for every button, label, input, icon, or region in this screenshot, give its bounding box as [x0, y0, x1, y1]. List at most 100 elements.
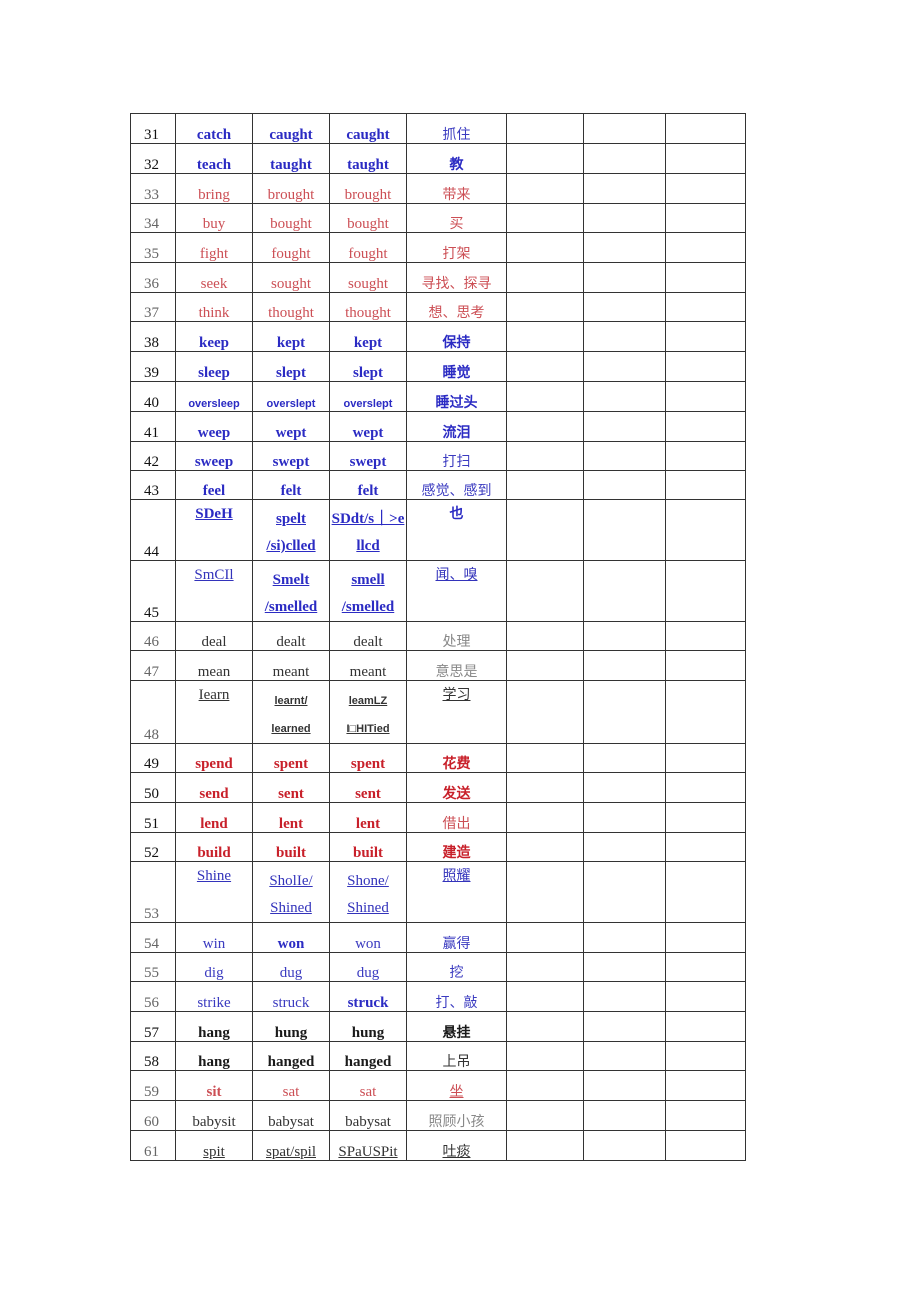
past-tense-cell-text: brought — [267, 186, 315, 203]
base-form-cell: keep — [175, 321, 253, 352]
chinese-meaning-cell-text: 买 — [449, 215, 464, 232]
base-form-cell: oversleep — [175, 381, 253, 412]
verb-row: 55 dig dug dug 挖 — [130, 952, 746, 982]
empty-cell — [583, 143, 666, 174]
past-tense-cell-text: overslept — [266, 397, 316, 410]
past-participle-cell: bought — [329, 203, 407, 233]
past-tense-cell-text: /si)clled — [266, 538, 316, 554]
empty-cell — [665, 952, 746, 982]
base-form-cell-text: mean — [197, 663, 231, 680]
base-form-cell: spit — [175, 1130, 253, 1161]
empty-cell — [583, 321, 666, 352]
chinese-meaning-cell-text: 也 — [449, 506, 464, 522]
base-form-cell: catch — [175, 113, 253, 144]
row-number: 36 — [130, 262, 176, 293]
past-participle-cell: wept — [329, 411, 407, 442]
chinese-meaning-cell-text: 寻找、探寻 — [421, 275, 492, 292]
past-tense-cell-text: won — [277, 935, 305, 952]
verb-row: 36 seek sought sought 寻找、探寻 — [130, 262, 746, 293]
verb-row: 45 SmCIl Smelt/smelled smell/smelled 闻、嗅 — [130, 560, 746, 622]
empty-cell — [583, 981, 666, 1012]
chinese-meaning-cell-text: 保持 — [442, 334, 471, 351]
past-participle-cell-text: thought — [345, 304, 391, 321]
empty-cell — [665, 143, 746, 174]
chinese-meaning-cell: 买 — [406, 203, 507, 233]
chinese-meaning-cell: 寻找、探寻 — [406, 262, 507, 293]
row-number: 58 — [130, 1041, 176, 1071]
base-form-cell: Shine — [175, 861, 253, 923]
past-tense-cell-text: /smelled — [264, 599, 318, 615]
base-form-cell: mean — [175, 650, 253, 681]
past-tense-cell-text: spent — [273, 755, 309, 772]
chinese-meaning-cell: 打、敲 — [406, 981, 507, 1012]
verb-row: 40 oversleep overslept overslept 睡过头 — [130, 381, 746, 412]
past-tense-cell: bought — [252, 203, 330, 233]
chinese-meaning-cell: 教 — [406, 143, 507, 174]
base-form-cell-text: weep — [197, 424, 231, 441]
base-form-cell-text: strike — [197, 994, 231, 1011]
past-tense-cell-text: Shined — [270, 900, 312, 916]
chinese-meaning-cell-text: 打、敲 — [435, 994, 478, 1011]
verb-row: 32 teach taught taught 教 — [130, 143, 746, 174]
past-participle-cell-text: bought — [347, 215, 389, 232]
past-participle-cell-text: sent — [355, 785, 381, 802]
empty-cell — [506, 321, 584, 352]
empty-cell — [506, 981, 584, 1012]
verb-row: 57 hang hung hung 悬挂 — [130, 1011, 746, 1042]
row-number: 37 — [130, 292, 176, 322]
empty-cell — [665, 232, 746, 263]
past-participle-cell-text: hanged — [344, 1053, 392, 1070]
base-form-cell: sit — [175, 1070, 253, 1101]
past-participle-cell: sent — [329, 772, 407, 803]
base-form-cell: deal — [175, 621, 253, 651]
chinese-meaning-cell-text: 建造 — [442, 844, 471, 861]
chinese-meaning-cell: 借出 — [406, 802, 507, 833]
empty-cell — [665, 560, 746, 622]
base-form-cell: fight — [175, 232, 253, 263]
empty-cell — [665, 203, 746, 233]
chinese-meaning-cell: 发送 — [406, 772, 507, 803]
empty-cell — [506, 922, 584, 953]
row-number: 52 — [130, 832, 176, 862]
chinese-meaning-cell-text: 流泪 — [442, 424, 471, 441]
chinese-meaning-cell: 抓住 — [406, 113, 507, 144]
base-form-cell-text: spend — [195, 755, 233, 772]
past-tense-cell-text: caught — [269, 126, 313, 143]
past-participle-cell: caught — [329, 113, 407, 144]
base-form-cell-text: think — [198, 304, 230, 321]
past-participle-cell-text: meant — [349, 663, 387, 680]
row-number: 55 — [130, 952, 176, 982]
empty-cell — [665, 321, 746, 352]
chinese-meaning-cell: 意思是 — [406, 650, 507, 681]
empty-cell — [506, 1070, 584, 1101]
empty-cell — [506, 113, 584, 144]
empty-cell — [583, 1100, 666, 1131]
past-tense-cell-text: slept — [276, 364, 306, 381]
past-participle-cell: sat — [329, 1070, 407, 1101]
past-tense-cell-text: babysat — [268, 1113, 314, 1130]
chinese-meaning-cell-text: 意思是 — [435, 663, 478, 680]
past-tense-cell: taught — [252, 143, 330, 174]
chinese-meaning-cell-text: 打架 — [442, 245, 471, 262]
past-tense-cell: built — [252, 832, 330, 862]
row-number: 59 — [130, 1070, 176, 1101]
base-form-cell: SDeH — [175, 499, 253, 561]
past-participle-cell-text: sat — [359, 1083, 377, 1100]
past-participle-cell-text: swept — [349, 453, 387, 470]
past-tense-cell-text: Smelt — [272, 572, 310, 588]
chinese-meaning-cell: 处理 — [406, 621, 507, 651]
past-participle-cell-text: SDdt/s｜>e — [331, 511, 405, 527]
past-participle-cell-text: dealt — [353, 633, 383, 650]
past-participle-cell-text: smell — [351, 572, 385, 588]
row-number: 45 — [130, 560, 176, 622]
verb-row: 39 sleep slept slept 睡觉 — [130, 351, 746, 382]
base-form-cell: sweep — [175, 441, 253, 471]
empty-cell — [665, 441, 746, 471]
empty-cell — [583, 952, 666, 982]
past-tense-cell-text: kept — [276, 334, 306, 351]
chinese-meaning-cell: 照耀 — [406, 861, 507, 923]
past-tense-cell: meant — [252, 650, 330, 681]
chinese-meaning-cell-text: 睡过头 — [435, 394, 478, 411]
base-form-cell-text: send — [199, 785, 229, 802]
row-number: 56 — [130, 981, 176, 1012]
